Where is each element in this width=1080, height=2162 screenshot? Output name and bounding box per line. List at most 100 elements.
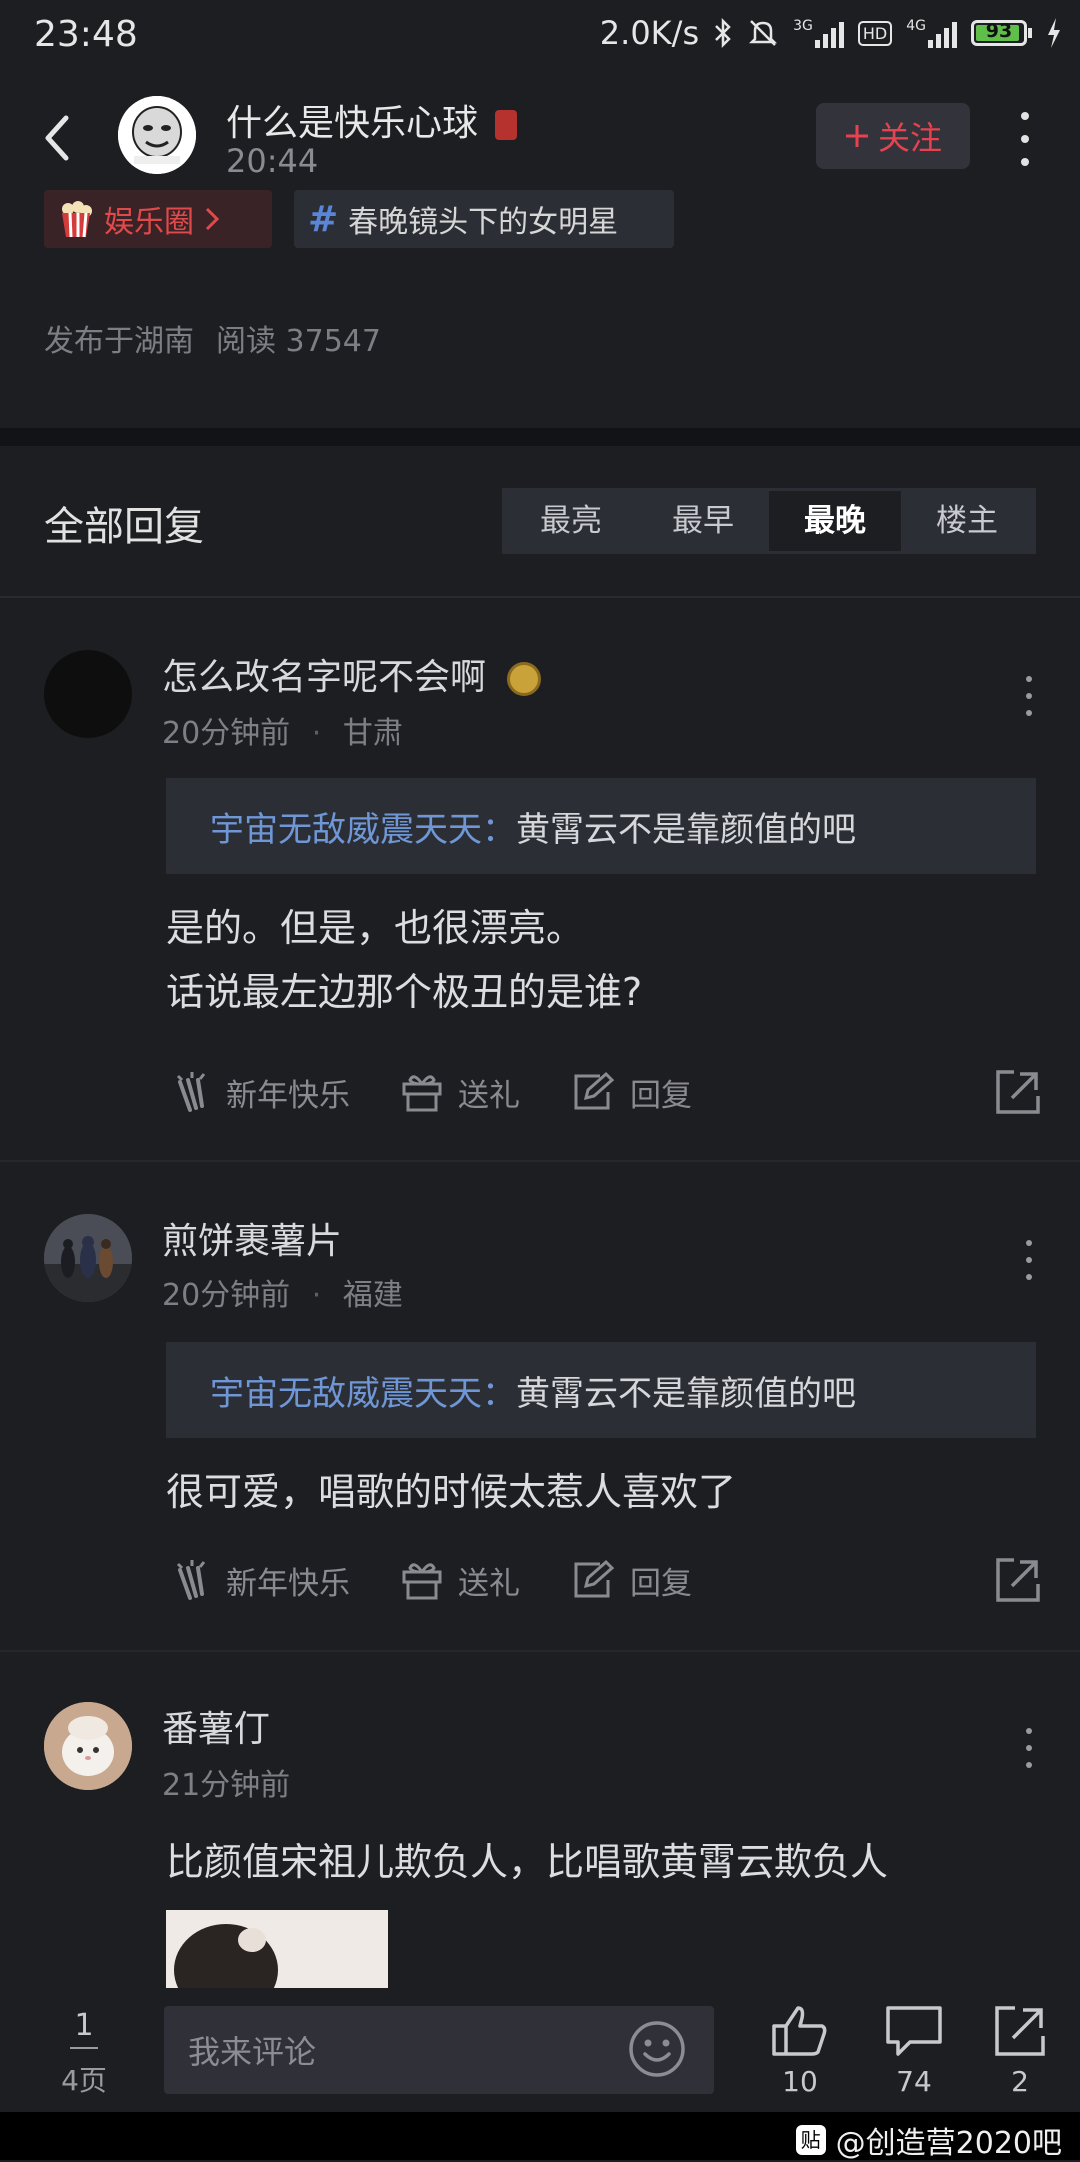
newyear-button[interactable]: 新年快乐 bbox=[172, 1070, 350, 1115]
bluetooth-icon bbox=[715, 17, 731, 49]
net-4g-label: 4G bbox=[906, 18, 926, 34]
comment-line: 是的。但是，也很漂亮。 bbox=[166, 906, 585, 950]
thumbs-up-icon bbox=[772, 2006, 827, 2056]
tag-topic[interactable]: # 春晚镜头下的女明星 bbox=[294, 190, 674, 248]
comment-time: 20分钟前 bbox=[162, 1278, 291, 1313]
comments-button[interactable]: 74 bbox=[878, 2004, 950, 2098]
status-bar: 23:48 2.0K/s 3G HD 4G 93 bbox=[0, 0, 1080, 78]
tag-entertainment[interactable]: 娱乐圈 bbox=[44, 190, 272, 248]
comment-body: 比颜值宋祖儿欺负人，比唱歌黄霄云欺负人 bbox=[166, 1830, 888, 1894]
share-icon[interactable] bbox=[994, 1068, 1042, 1116]
firecracker-icon bbox=[176, 1560, 206, 1600]
gift-icon bbox=[402, 1075, 442, 1112]
divider bbox=[0, 1160, 1080, 1162]
reply-label: 回复 bbox=[630, 1565, 692, 1602]
watermark: 贴 @创造营2020吧 bbox=[795, 2118, 1062, 2162]
comment-line: 比颜值宋祖儿欺负人，比唱歌黄霄云欺负人 bbox=[166, 1840, 889, 1884]
status-icons: 2.0K/s 3G HD 4G 93 bbox=[600, 14, 1062, 52]
avatar[interactable] bbox=[44, 1702, 132, 1790]
quoted-reply[interactable]: 宇宙无敌威震天天：黄霄云不是靠颜值的吧 bbox=[166, 1342, 1036, 1438]
edit-icon bbox=[574, 1071, 615, 1110]
sort-earliest[interactable]: 最早 bbox=[637, 491, 769, 551]
sort-tabs: 最亮 最早 最晚 楼主 bbox=[502, 488, 1036, 554]
divider bbox=[0, 1650, 1080, 1652]
sort-brightest[interactable]: 最亮 bbox=[505, 491, 637, 551]
share-icon bbox=[995, 2006, 1045, 2056]
follow-button[interactable]: 关注 bbox=[816, 103, 970, 169]
comment-bubble-icon bbox=[886, 2006, 942, 2056]
comment-time: 20分钟前 bbox=[162, 716, 291, 751]
newyear-label: 新年快乐 bbox=[226, 1565, 350, 1602]
comment-more-icon[interactable] bbox=[1024, 676, 1034, 716]
signal-icon bbox=[814, 18, 844, 48]
avatar[interactable] bbox=[44, 1214, 132, 1302]
newyear-label: 新年快乐 bbox=[226, 1077, 350, 1114]
sort-latest[interactable]: 最晚 bbox=[769, 491, 901, 551]
edit-icon bbox=[574, 1559, 615, 1598]
reply-button[interactable]: 回复 bbox=[570, 1070, 692, 1115]
comment-time: 21分钟前 bbox=[162, 1768, 291, 1803]
comment-meta: 20分钟前 · 福建 bbox=[162, 1278, 403, 1313]
sort-op[interactable]: 楼主 bbox=[901, 491, 1033, 551]
quoted-reply[interactable]: 宇宙无敌威震天天：黄霄云不是靠颜值的吧 bbox=[166, 778, 1036, 874]
like-count: 10 bbox=[782, 2065, 818, 2098]
quoted-user[interactable]: 宇宙无敌威震天天 bbox=[210, 802, 482, 851]
divider bbox=[0, 596, 1080, 598]
more-menu-icon[interactable] bbox=[1010, 112, 1040, 166]
tag-label: 娱乐圈 bbox=[104, 205, 194, 240]
quoted-user[interactable]: 宇宙无敌威震天天 bbox=[210, 1366, 482, 1415]
status-time: 23:48 bbox=[34, 14, 138, 55]
author-name[interactable]: 什么是快乐心球 bbox=[226, 94, 518, 146]
battery-icon: 93 bbox=[971, 20, 1032, 46]
comment-actions: 新年快乐 送礼 回复 bbox=[172, 1554, 1042, 1606]
comment-meta: 20分钟前 · 甘肃 bbox=[162, 716, 403, 751]
comment-actions: 新年快乐 送礼 回复 bbox=[172, 1066, 1042, 1118]
newyear-button[interactable]: 新年快乐 bbox=[172, 1558, 350, 1603]
page-indicator[interactable]: 1 4页 bbox=[54, 2008, 114, 2099]
comment-line: 很可爱，唱歌的时候太惹人喜欢了 bbox=[166, 1470, 737, 1514]
post-time: 20:44 bbox=[226, 142, 319, 180]
back-arrow-icon[interactable] bbox=[34, 108, 82, 168]
cat-photo bbox=[44, 1702, 132, 1790]
replies-title: 全部回复 bbox=[44, 504, 204, 550]
firecracker-icon bbox=[176, 1072, 206, 1112]
battery-level: 93 bbox=[985, 20, 1013, 42]
net-speed: 2.0K/s bbox=[599, 14, 700, 52]
charging-icon bbox=[1048, 18, 1060, 48]
reply-label: 回复 bbox=[630, 1077, 692, 1114]
bell-off-icon bbox=[749, 20, 778, 46]
gift-button[interactable]: 送礼 bbox=[400, 1558, 520, 1603]
medal-icon bbox=[507, 662, 542, 696]
watermark-text: @创造营2020吧 bbox=[835, 2126, 1062, 2161]
avatar[interactable] bbox=[44, 650, 132, 738]
comment-body: 很可爱，唱歌的时候太惹人喜欢了 bbox=[166, 1460, 736, 1524]
author-avatar[interactable] bbox=[118, 96, 196, 174]
section-divider bbox=[0, 428, 1080, 446]
comment-author[interactable]: 煎饼裹薯片 bbox=[162, 1212, 342, 1264]
share-icon[interactable] bbox=[994, 1556, 1042, 1604]
read-count: 阅读 37547 bbox=[216, 324, 381, 359]
comment-image[interactable] bbox=[166, 1910, 388, 1988]
gift-button[interactable]: 送礼 bbox=[400, 1070, 520, 1115]
emoji-icon[interactable] bbox=[628, 2020, 686, 2078]
popcorn-icon bbox=[62, 201, 92, 238]
share-button[interactable]: 2 bbox=[984, 2004, 1056, 2098]
comment-body: 是的。但是，也很漂亮。 话说最左边那个极丑的是谁? bbox=[166, 896, 642, 1024]
chevron-right-icon bbox=[205, 207, 220, 231]
plus-icon bbox=[845, 125, 868, 147]
tag-label: 春晚镜头下的女明星 bbox=[348, 205, 619, 240]
gift-label: 送礼 bbox=[458, 1077, 520, 1114]
comment-author[interactable]: 怎么改名字呢不会啊 bbox=[162, 648, 542, 700]
comment-author[interactable]: 番薯仃 bbox=[162, 1700, 270, 1752]
image-thumbnail bbox=[166, 1910, 388, 1988]
reply-button[interactable]: 回复 bbox=[570, 1558, 692, 1603]
hd-icon: HD bbox=[857, 20, 893, 46]
post-location: 发布于湖南 bbox=[44, 324, 194, 359]
comment-more-icon[interactable] bbox=[1024, 1240, 1034, 1280]
comment-line: 话说最左边那个极丑的是谁? bbox=[166, 970, 643, 1014]
comment-more-icon[interactable] bbox=[1024, 1728, 1034, 1768]
like-button[interactable]: 10 bbox=[764, 2004, 836, 2098]
quoted-text: 黄霄云不是靠颜值的吧 bbox=[516, 809, 856, 850]
meme-face-icon bbox=[118, 96, 196, 174]
watermark-bar: 贴 @创造营2020吧 bbox=[0, 2112, 1080, 2162]
